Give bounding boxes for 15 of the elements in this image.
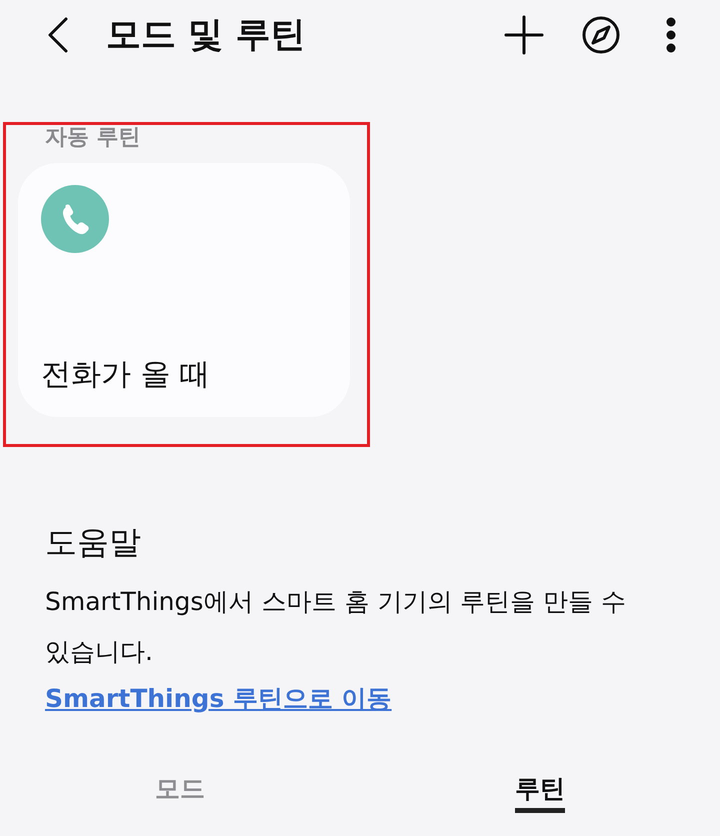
help-description: SmartThings에서 스마트 홈 기기의 루틴을 만들 수 있습니다. [45,586,628,668]
smartthings-link[interactable]: SmartThings 루틴으로 이동 [45,683,392,716]
compass-icon [582,16,620,54]
section-label: 자동 루틴 [45,125,142,152]
more-icon [666,17,676,53]
phone-icon [41,185,109,254]
page-title: 모드 및 루틴 [106,14,306,56]
compass-button[interactable] [582,16,620,54]
routine-card[interactable]: 전화가 올 때 [18,163,350,418]
more-options-button[interactable] [666,17,676,53]
plus-icon [504,15,544,55]
tab[interactable]: 루틴 [515,774,565,813]
add-button[interactable] [504,15,544,55]
routine-name: 전화가 올 때 [41,357,212,394]
help-heading: 도움말 [45,523,142,562]
